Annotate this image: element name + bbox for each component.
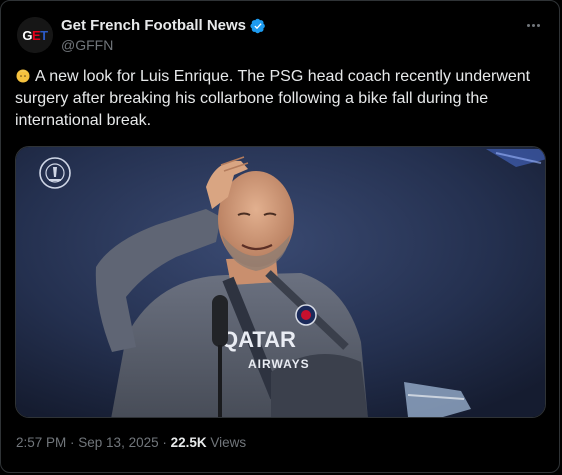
tweet-date[interactable]: Sep 13, 2025 (78, 435, 158, 450)
views-count: 22.5K (170, 435, 207, 450)
meta-separator-2: · (158, 435, 171, 450)
avatar[interactable]: GET (17, 17, 53, 53)
meta-separator: · (66, 435, 79, 450)
verified-badge-icon (250, 18, 265, 33)
dot-icon (536, 23, 540, 27)
dot-icon (526, 23, 530, 27)
tweet-text: A new look for Luis Enrique. The PSG hea… (15, 66, 545, 132)
avatar-logo: GET (17, 17, 53, 53)
jersey-sponsor-text: QATAR (221, 327, 296, 352)
tweet-body: A new look for Luis Enrique. The PSG hea… (15, 68, 531, 129)
author-handle[interactable]: @GFFN (61, 37, 113, 53)
press-conference-photo: QATAR AIRWAYS (16, 147, 545, 417)
svg-text:AIRWAYS: AIRWAYS (248, 357, 310, 371)
tweet-meta: 2:57 PM · Sep 13, 2025 · 22.5K Views (16, 435, 246, 450)
svg-text:GET: GET (22, 28, 48, 43)
person-emoji-icon (16, 69, 30, 83)
dot-icon (531, 23, 535, 27)
tweet-time[interactable]: 2:57 PM (16, 435, 66, 450)
author-name-row: Get French Football News (61, 17, 266, 34)
author-name[interactable]: Get French Football News (61, 17, 246, 34)
tweet-image[interactable]: QATAR AIRWAYS (15, 146, 546, 418)
tweet-card: GET Get French Football News @GFFN A new… (0, 0, 560, 473)
views-label: Views (210, 435, 247, 450)
more-options-button[interactable] (523, 15, 543, 35)
